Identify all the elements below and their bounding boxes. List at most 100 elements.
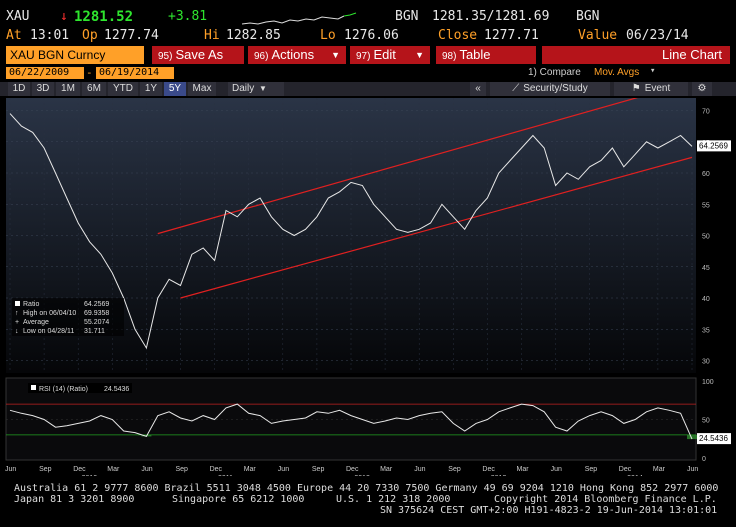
close-label: Close (438, 28, 478, 43)
chart-legend: Ratio 64.2569 ↑ High on 06/04/10 69.9358… (12, 298, 124, 336)
rsi-tick-label: 100 (702, 379, 714, 386)
table-button[interactable]: 98) Table (436, 46, 536, 64)
edit-label: Edit (373, 47, 396, 62)
security-name: XAU BGN Curncy (10, 48, 106, 62)
chevron-down-icon: ▼ (415, 50, 424, 60)
last-value-tag: 64.2569 (697, 140, 731, 152)
quote-source: BGN (395, 9, 419, 24)
quote-source-2: BGN (576, 9, 600, 24)
x-tick-label: Sep (176, 466, 189, 473)
compare-link[interactable]: 1) Compare (528, 67, 581, 78)
legend-avg-icon: + (15, 319, 19, 326)
x-tick-label: Jun (141, 466, 152, 473)
sparkline (241, 12, 357, 25)
sparkline-line (241, 15, 345, 25)
frequency-select[interactable]: Daily ▼ (228, 82, 284, 96)
quote-header: XAU ↓ 1281.52 +3.81 BGN 1281.35/1281.69 … (0, 8, 736, 26)
high-label: Hi (204, 28, 220, 43)
y-tick-label: 60 (702, 171, 710, 178)
x-tick-label: Mar (244, 466, 257, 473)
start-date-field[interactable]: 06/22/2009 (6, 67, 84, 79)
sparkline-up (343, 12, 357, 17)
rsi-legend-value: 24.5436 (104, 386, 129, 393)
x-tick-label: Dec (73, 466, 86, 473)
rsi-chart[interactable]: 050100 RSI (14) (Ratio) 24.5436 24.5436 (0, 376, 736, 466)
period-1m[interactable]: 1M (56, 82, 80, 96)
value-date: 06/23/14 (626, 28, 689, 43)
chart-type-label: Line Chart (662, 47, 722, 62)
actions-label: Actions (271, 47, 315, 62)
close-price: 1277.71 (484, 28, 539, 43)
study-icon: ⟋ (512, 83, 520, 94)
value-label: Value (578, 28, 618, 43)
event-button[interactable]: ⚑ Event (614, 82, 688, 96)
price-change: +3.81 (168, 9, 208, 24)
settings-button[interactable]: ⚙ (692, 82, 712, 96)
period-1d[interactable]: 1D (8, 82, 30, 96)
rsi-last-tag: 24.5436 (697, 433, 731, 445)
footer-copyright: Copyright 2014 Bloomberg Finance L.P. (494, 494, 717, 505)
footer-singapore: Singapore 65 6212 1000 (172, 494, 305, 505)
last-value-label: 64.2569 (699, 141, 728, 150)
y-tick-label: 45 (702, 265, 710, 272)
x-tick-label: Sep (585, 466, 598, 473)
period-6m[interactable]: 6M (82, 82, 106, 96)
at-label: At (6, 28, 22, 43)
x-tick-label: Jun (278, 466, 289, 473)
ticker[interactable]: XAU (6, 9, 29, 25)
price-chart[interactable]: 303540455055606570 64.2569 Ratio 64.2569… (0, 98, 736, 378)
table-label: Table (459, 47, 491, 62)
footer: Australia 61 2 9777 8600 Brazil 5511 304… (0, 476, 736, 527)
bid-ask: 1281.35/1281.69 (432, 9, 550, 24)
open-price: 1277.74 (104, 28, 159, 43)
chart-type-button[interactable]: Line Chart (542, 46, 730, 64)
legend-high-value: 69.9358 (84, 310, 109, 317)
y-tick-label: 40 (702, 296, 710, 303)
period-1y[interactable]: 1Y (140, 82, 162, 96)
collapse-button[interactable]: « (470, 82, 486, 96)
period-max[interactable]: Max (188, 82, 216, 96)
y-tick-label: 30 (702, 359, 710, 366)
legend-ratio-label: Ratio (23, 301, 39, 308)
x-tick-label: Dec (210, 466, 223, 473)
security-field[interactable]: XAU BGN Curncy (6, 46, 144, 64)
save-as-button[interactable]: 95) Save As (152, 46, 244, 64)
quote-time: 13:01 (30, 28, 70, 43)
down-arrow-icon: ↓ (60, 9, 68, 24)
x-tick-label: Dec (619, 466, 632, 473)
save-as-label: Save As (175, 47, 224, 62)
period-3d[interactable]: 3D (32, 82, 54, 96)
table-number: 98) (442, 51, 457, 62)
chevron-down-icon: ▼ (259, 84, 267, 93)
edit-button[interactable]: 97) Edit ▼ (350, 46, 430, 64)
chevron-down-icon: ▼ (331, 50, 340, 60)
x-tick-label: Mar (107, 466, 120, 473)
x-tick-label: Dec (482, 466, 495, 473)
rsi-legend-label: RSI (14) (Ratio) (39, 386, 88, 393)
mov-avgs-link[interactable]: Mov. Avgs (594, 67, 639, 78)
legend-low-label: Low on 04/28/11 (23, 328, 74, 335)
x-tick-label: Mar (517, 466, 530, 473)
x-tick-label: Jun (5, 466, 16, 473)
rsi-last-label: 24.5436 (699, 434, 728, 443)
security-study-button[interactable]: ⟋ Security/Study (490, 82, 610, 96)
toolbar: XAU BGN Curncy 95) Save As 96) Actions ▼ 9… (0, 46, 736, 64)
period-5y[interactable]: 5Y (164, 82, 186, 96)
y-tick-label: 35 (702, 327, 710, 334)
rsi-tick-label: 50 (702, 418, 710, 425)
y-tick-label: 50 (702, 234, 710, 241)
actions-button[interactable]: 96) Actions ▼ (248, 46, 346, 64)
x-tick-label: Sep (39, 466, 52, 473)
edit-number: 97) (356, 51, 371, 62)
legend-ratio-value: 64.2569 (84, 301, 109, 308)
footer-session: SN 375624 CEST GMT+2:00 H191-4823-2 19-J… (380, 505, 718, 516)
legend-high-label: High on 06/04/10 (23, 310, 76, 317)
period-ytd[interactable]: YTD (108, 82, 138, 96)
dropdown-icon[interactable]: ▾ (650, 66, 655, 76)
end-date-field[interactable]: 06/19/2014 (96, 67, 174, 79)
legend-low-icon: ↓ (15, 328, 19, 335)
x-tick-label: Jun (414, 466, 425, 473)
quote-details: At 13:01 Op 1277.74 Hi 1282.85 Lo 1276.0… (0, 27, 736, 45)
legend-avg-label: Average (23, 319, 49, 326)
last-price: 1281.52 (74, 9, 134, 25)
